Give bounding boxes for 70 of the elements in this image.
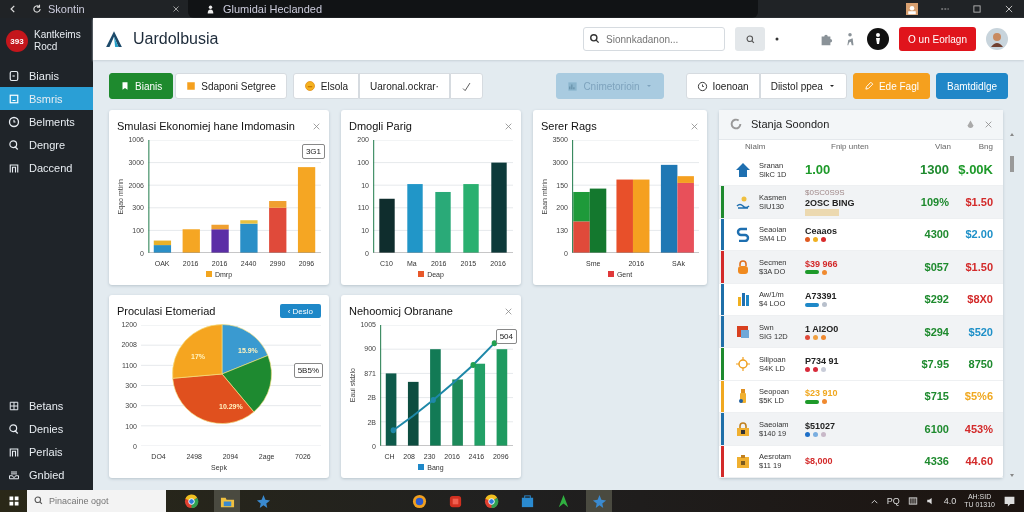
chart-title: Dmogli Parig: [349, 120, 412, 132]
row-change: $.00K: [958, 162, 993, 178]
row-value: $294: [924, 325, 949, 338]
chart-title: Smulasi Ekonomiej hane Imdomasin: [117, 120, 295, 132]
sidebar-item[interactable]: Dengre: [0, 133, 93, 156]
row-code: $23 910: [805, 388, 838, 399]
row-value: 4300: [924, 228, 949, 241]
callout: 3G1: [301, 144, 325, 159]
row-code: A73391: [805, 291, 837, 302]
input-method[interactable]: PQ: [886, 496, 900, 506]
sidebar-item[interactable]: Daccend: [0, 156, 93, 179]
callout: 504: [495, 329, 517, 344]
row-code: 1.00: [805, 164, 831, 175]
sign-in-button[interactable]: O un Eorlagn: [899, 27, 976, 51]
row-change: $1.50: [965, 260, 993, 273]
address-tab[interactable]: Glumidai Heclanded: [188, 0, 758, 18]
row-change: 453%: [964, 422, 993, 435]
row-code: 2OSC BING: [805, 197, 855, 208]
panel-title: Stanja Soondon: [751, 118, 830, 131]
dropdown-button[interactable]: Uaronal.ockrar·: [359, 73, 450, 99]
column-header: Bng: [977, 141, 993, 153]
row-change: $8X0: [967, 293, 993, 306]
sidebar-item[interactable]: Denies: [0, 417, 93, 440]
taskbar-search-field[interactable]: Pinacaine ogot: [27, 490, 166, 512]
row-code: $51027: [805, 420, 836, 431]
chart-title: Nehoomicj Obranane: [349, 305, 453, 317]
app-title: Uardolbusia: [133, 30, 219, 48]
row-note: $0SC0S9S: [805, 188, 845, 197]
row-code: $8,000: [805, 456, 833, 467]
toolbar-button[interactable]: Bamtdidlge: [935, 73, 1008, 99]
sidebar-item[interactable]: Bianis: [0, 64, 93, 87]
sidebar-item[interactable]: Perlais: [0, 440, 93, 463]
brand-badge: 393: [6, 30, 28, 52]
row-code: Ceaaos: [805, 226, 838, 237]
row-value: 4336: [924, 455, 949, 468]
row-value: 109%: [920, 196, 949, 208]
row-change: $520: [968, 325, 993, 338]
brand-name: Kantkeims Rocd: [34, 29, 82, 53]
chart-title: Proculasi Etomeriad: [117, 305, 216, 317]
volume-level: 4.0: [943, 496, 957, 506]
sidebar-item[interactable]: Belments: [0, 110, 93, 133]
row-code: P734 91: [805, 356, 839, 367]
row-value: $7.95: [921, 358, 949, 371]
column-header: Nialm: [745, 141, 767, 153]
row-change: 44.60: [965, 455, 993, 468]
toolbar-button[interactable]: Ioenoan: [685, 73, 760, 99]
row-change: $5%6: [964, 390, 993, 403]
callout: 5B5%: [293, 363, 323, 378]
row-value: $715: [924, 390, 949, 403]
row-change: $2.00: [965, 228, 993, 241]
row-code: 1 AI2O0: [805, 323, 839, 334]
row-code: $39 966: [805, 258, 838, 269]
chart-title: Serer Rags: [541, 120, 597, 132]
search-field[interactable]: Sionnkadanon...: [583, 27, 726, 51]
column-header: Vlan: [934, 141, 951, 153]
sidebar-item[interactable]: Betans: [0, 394, 93, 417]
row-change: 8750: [968, 358, 993, 371]
row-value: $057: [924, 260, 949, 273]
row-value: $292: [924, 293, 949, 306]
sidebar-item[interactable]: Gnbied: [0, 463, 93, 486]
browser-tab[interactable]: Skontin: [18, 0, 188, 18]
toolbar-button[interactable]: Sdaponi Setgree: [175, 73, 287, 99]
row-change: $1.50: [965, 196, 993, 208]
row-value: 1300: [920, 162, 949, 178]
toolbar-button[interactable]: Diistol ppea: [759, 73, 847, 99]
row-value: 6100: [924, 422, 949, 435]
column-header: Fnip unten: [831, 141, 870, 153]
chart-button[interactable]: ‹ Deslo: [279, 304, 321, 318]
primary-button[interactable]: Bianis: [109, 73, 174, 99]
toolbar-button[interactable]: Elsola: [292, 73, 359, 99]
